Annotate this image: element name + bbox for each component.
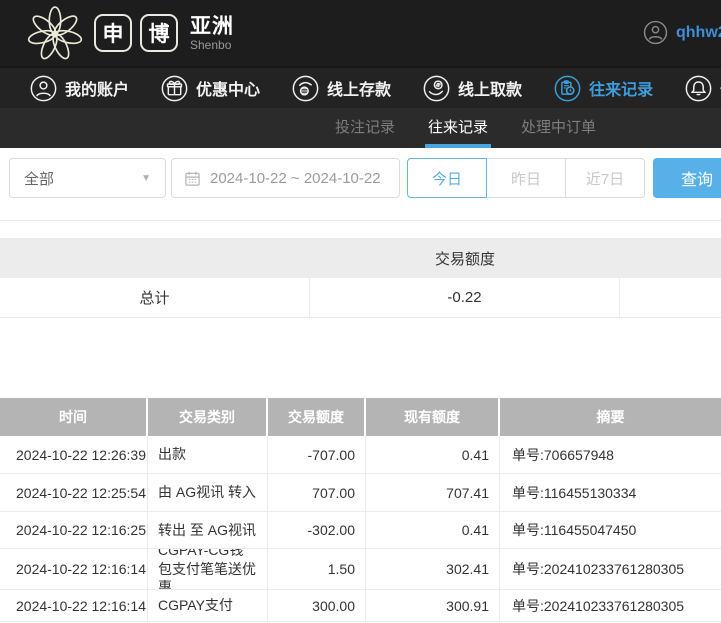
summary-empty-cell (620, 278, 721, 317)
nav-label: 线上存款 (327, 82, 392, 99)
cell-summary: 单号:116455130334 (512, 484, 637, 501)
today-button[interactable]: 今日 (407, 158, 487, 198)
cell-time: 2024-10-22 12:16:14 (0, 549, 148, 589)
summary-header-spacer (620, 238, 721, 278)
cell-balance: 0.41 (366, 436, 500, 473)
cell-type: CGPAY支付 (148, 590, 268, 621)
cell-amount: 1.50 (268, 549, 366, 589)
tab-transaction-records[interactable]: 往来记录 (425, 108, 492, 148)
tab-pending-orders[interactable]: 处理中订单 (518, 108, 599, 148)
cell-time: 2024-10-22 12:26:39 (0, 436, 148, 473)
summary-header-row: 交易额度 (0, 238, 721, 278)
records-clipboard-clock-icon (554, 75, 581, 101)
brand-logo[interactable]: 申 博 亚洲 Shenbo (26, 4, 234, 62)
summary-total-label: 总计 (0, 278, 310, 317)
page: 申 博 亚洲 Shenbo qhhw2 我的账户 (0, 0, 721, 623)
nav-item-my-account[interactable]: 我的账户 (30, 75, 129, 102)
cell-amount: -302.00 (268, 512, 366, 548)
gift-icon (161, 75, 188, 101)
nav-label: 往来记录 (589, 82, 654, 99)
cell-time: 2024-10-22 12:16:25 (0, 512, 148, 548)
summary-total-value: -0.22 (310, 278, 620, 317)
date-range-input[interactable]: 2024-10-22 ~ 2024-10-22 (171, 158, 400, 198)
nav-label: 线上取款 (458, 82, 523, 99)
column-header-balance: 现有额度 (366, 398, 500, 436)
nav-item-transaction-records[interactable]: 往来记录 (554, 75, 653, 102)
cell-amount: 300.00 (268, 590, 366, 621)
search-button[interactable]: 查询 (653, 158, 721, 198)
summary-header-label: 交易额度 (434, 250, 495, 268)
last-7-days-button[interactable]: 近7日 (565, 158, 645, 198)
table-row: 2024-10-22 12:16:14 CGPAY-CG钱包支付笔笔送优惠 1.… (0, 549, 721, 590)
logo-subtitle: Shenbo (190, 37, 232, 52)
cell-balance: 302.41 (366, 549, 500, 589)
cell-amount: 707.00 (268, 474, 366, 511)
summary-total-row: 总计 -0.22 (0, 278, 721, 318)
cell-balance: 707.41 (366, 474, 500, 511)
user-circle-icon (30, 75, 57, 101)
logo-region-text: 亚洲 (190, 14, 234, 38)
nav-label: 我的账户 (65, 82, 130, 99)
cell-type: CGPAY-CG钱包支付笔笔送优惠 (148, 549, 268, 589)
column-header-time: 时间 (0, 398, 148, 436)
yesterday-button[interactable]: 昨日 (486, 158, 566, 198)
column-header-summary: 摘要 (596, 409, 625, 425)
cell-time: 2024-10-22 12:25:54 (0, 474, 148, 511)
cell-type: 出款 (148, 436, 268, 473)
top-header-bar: 申 博 亚洲 Shenbo qhhw2 (0, 0, 721, 66)
cell-balance: 300.91 (366, 590, 500, 621)
nav-item-messages[interactable]: 信息 (685, 75, 721, 102)
chevron-down-icon: ▼ (141, 172, 151, 184)
table-row: 2024-10-22 12:25:54 由 AG视讯 转入 707.00 707… (0, 474, 721, 512)
cell-type: 由 AG视讯 转入 (148, 474, 268, 511)
nav-label: 优惠中心 (196, 82, 261, 99)
main-navigation: 我的账户 优惠中心 线上存款 线上取款 往来记录 (0, 66, 721, 108)
summary-header-spacer (0, 238, 310, 278)
date-range-value: 2024-10-22 ~ 2024-10-22 (210, 169, 381, 187)
table-row: 2024-10-22 12:26:39 出款 -707.00 0.41 单号:7… (0, 436, 721, 474)
nav-item-withdraw[interactable]: 线上取款 (423, 75, 522, 102)
username-text[interactable]: qhhw2 (676, 24, 721, 42)
cell-balance: 0.41 (366, 512, 500, 548)
calendar-icon (185, 171, 200, 186)
summary-table: 交易额度 总计 -0.22 (0, 238, 721, 318)
column-header-type: 交易类别 (148, 398, 268, 436)
transactions-table: 时间 交易类别 交易额度 现有额度 摘要 2024-10-22 12:26:39… (0, 398, 721, 622)
type-filter-value: 全部 (24, 170, 55, 188)
section-divider (0, 220, 721, 221)
nav-item-deposit[interactable]: 线上存款 (292, 75, 391, 102)
nav-item-promotions[interactable]: 优惠中心 (161, 75, 260, 102)
table-row: 2024-10-22 12:16:25 转出 至 AG视讯 -302.00 0.… (0, 512, 721, 549)
cell-summary: 单号:116455047450 (512, 522, 637, 538)
logo-char-box-1: 申 (94, 14, 132, 52)
logo-char-box-2: 博 (140, 14, 178, 52)
column-header-amount: 交易额度 (268, 398, 366, 436)
cell-summary: 单号:202410233761280305 (512, 597, 685, 614)
table-header-row: 时间 交易类别 交易额度 现有额度 摘要 (0, 398, 721, 436)
type-filter-dropdown[interactable]: 全部 ▼ (9, 158, 166, 198)
cell-amount: -707.00 (268, 436, 366, 473)
withdraw-hand-coin-icon (423, 75, 450, 101)
lotus-flower-icon (27, 6, 83, 60)
record-tabs: 投注记录 往来记录 处理中订单 (0, 108, 721, 148)
user-account-area[interactable]: qhhw2 (643, 20, 721, 45)
tab-betting-records[interactable]: 投注记录 (332, 108, 398, 148)
cell-summary: 单号:706657948 (512, 446, 614, 463)
quick-date-button-group: 今日 昨日 近7日 (407, 158, 645, 198)
deposit-hand-coin-icon (292, 75, 319, 101)
user-avatar-icon (643, 20, 668, 45)
cell-time: 2024-10-22 12:16:14 (0, 590, 148, 621)
bell-icon (685, 75, 712, 101)
table-row: 2024-10-22 12:16:14 CGPAY支付 300.00 300.9… (0, 590, 721, 622)
cell-summary: 单号:202410233761280305 (512, 561, 685, 577)
cell-type: 转出 至 AG视讯 (148, 512, 268, 548)
